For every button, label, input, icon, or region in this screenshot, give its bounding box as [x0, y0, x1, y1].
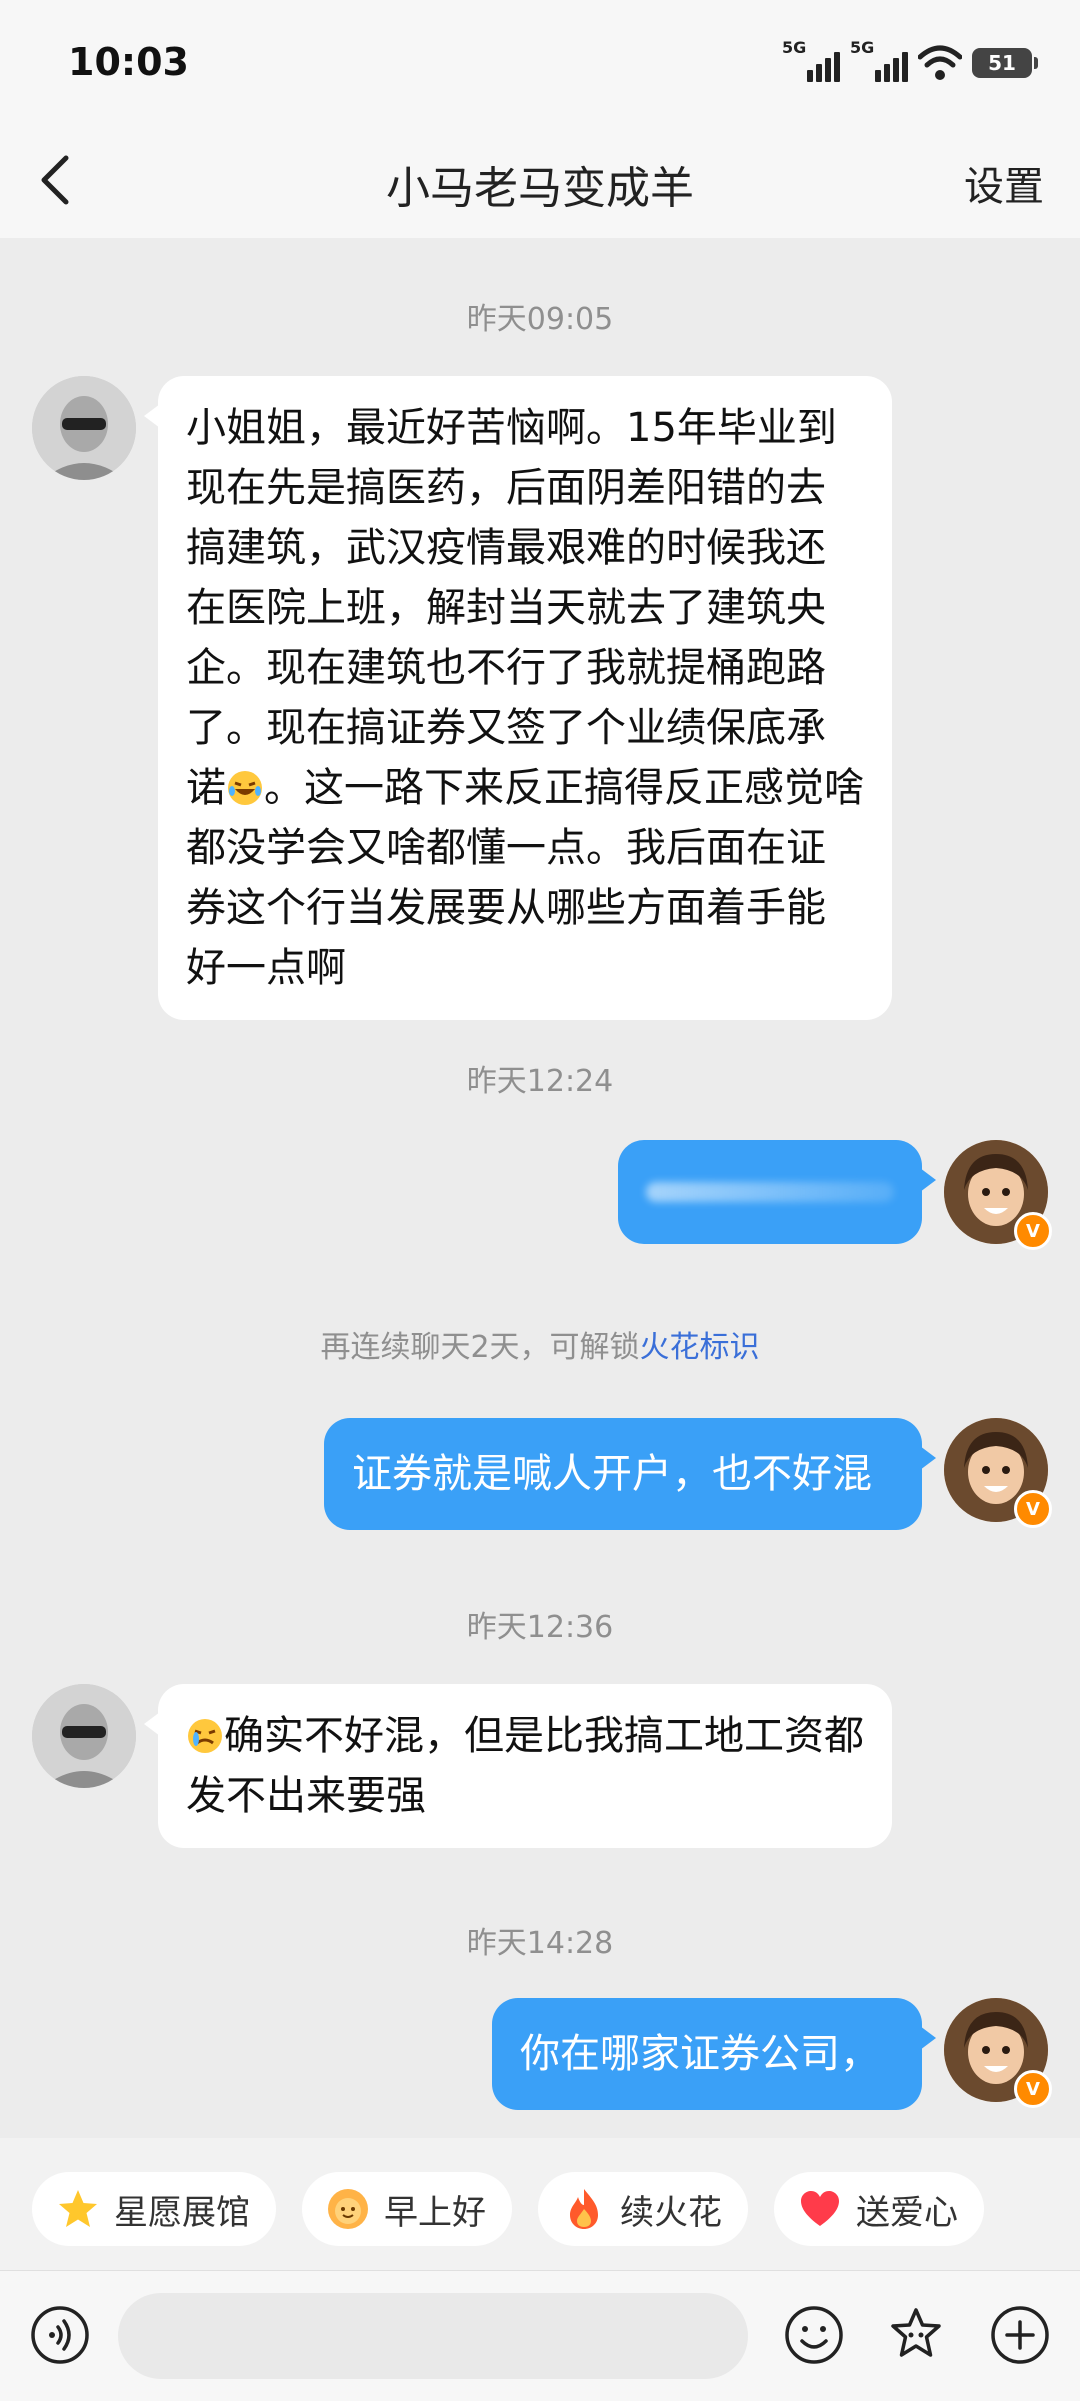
message-text: 确实不好混，但是比我搞工地工资都发不出来要强 — [186, 1713, 864, 1819]
timestamp: 昨天09:05 — [466, 302, 614, 337]
message-bubble-incoming[interactable]: 小姐姐，最近好苦恼啊。15年毕业到现在先是搞医药，后面阴差阳错的去搞建筑，武汉疫… — [144, 376, 892, 1020]
message-bubble-outgoing[interactable]: 证券就是喊人开户，也不好混 — [324, 1418, 936, 1530]
status-icons: 5G 5G 51 — [782, 38, 1038, 84]
quick-action-chips: 星愿展馆 早上好 续火花 送爱心 — [32, 2172, 984, 2246]
message-bubble-outgoing[interactable] — [618, 1140, 936, 1244]
chip-label: 送爱心 — [856, 2192, 958, 2233]
verified-badge-icon: V — [1014, 1490, 1052, 1528]
star-icon — [59, 2190, 97, 2227]
chat-area[interactable]: 昨天09:05 小姐姐，最近好苦恼啊。15年毕业到现在先是搞医药，后面阴差阳错的… — [0, 238, 1080, 2138]
verified-badge-icon: V — [1014, 2070, 1052, 2108]
fire-icon — [570, 2189, 598, 2229]
signal-icon: 5G — [850, 38, 908, 84]
sun-face-icon — [328, 2189, 368, 2229]
voice-input-icon[interactable] — [30, 2305, 90, 2365]
message-text: 证券就是喊人开户，也不好混 — [352, 1451, 872, 1497]
spark-unlock-hint: 再连续聊天2天，可解锁火花标识 — [0, 1322, 1080, 1366]
sticker-icon[interactable] — [886, 2305, 946, 2365]
chip-label: 星愿展馆 — [114, 2192, 250, 2233]
timestamp: 昨天14:28 — [466, 1926, 614, 1961]
network-type-label: 5G — [850, 38, 875, 57]
chip-label: 续火花 — [620, 2192, 722, 2233]
message-bubble-incoming[interactable]: 确实不好混，但是比我搞工地工资都发不出来要强 — [144, 1684, 892, 1848]
chat-title: 小马老马变成羊 — [386, 163, 694, 214]
network-type-label: 5G — [782, 38, 807, 57]
contact-avatar[interactable] — [32, 1684, 136, 1788]
message-input[interactable] — [118, 2293, 748, 2379]
message-text: 小姐姐，最近好苦恼啊。15年毕业到现在先是搞医药，后面阴差阳错的去搞建筑，武汉疫… — [186, 405, 837, 811]
chip-good-morning[interactable]: 早上好 — [302, 2172, 512, 2246]
chip-label: 早上好 — [384, 2192, 486, 2233]
verified-badge-icon: V — [1014, 1212, 1052, 1250]
heart-icon — [801, 2191, 839, 2226]
crying-emoji-icon — [188, 1719, 222, 1753]
wifi-icon — [918, 45, 962, 80]
chip-send-heart[interactable]: 送爱心 — [774, 2172, 984, 2246]
contact-avatar[interactable] — [32, 376, 136, 480]
message-bubble-outgoing[interactable]: 你在哪家证券公司， — [492, 1998, 936, 2110]
plus-icon[interactable] — [990, 2305, 1050, 2365]
hint-text: 再连续聊天2天，可解锁 — [320, 1330, 640, 1365]
settings-button[interactable]: 设置 — [964, 154, 1044, 212]
emoji-icon[interactable] — [784, 2305, 844, 2365]
input-bar — [0, 2270, 1080, 2401]
chip-star-gallery[interactable]: 星愿展馆 — [32, 2172, 276, 2246]
status-time: 10:03 — [68, 40, 189, 84]
timestamp: 昨天12:24 — [466, 1064, 614, 1099]
message-text: 你在哪家证券公司， — [520, 2031, 880, 2077]
laugh-tears-emoji-icon — [228, 771, 262, 805]
spark-badge-link[interactable]: 火花标识 — [640, 1330, 760, 1365]
redacted-message-content — [646, 1182, 894, 1202]
signal-icon: 5G — [782, 38, 840, 84]
top-bar: 10:03 5G 5G 51 小马老马变成羊 设置 — [0, 0, 1080, 238]
battery-icon: 51 — [972, 48, 1038, 78]
message-text: 。这一路下来反正搞得反正感觉啥都没学会又啥都懂一点。我后面在证券这个行当发展要从… — [186, 765, 864, 991]
chip-continue-spark[interactable]: 续火花 — [538, 2172, 748, 2246]
timestamp: 昨天12:36 — [466, 1610, 614, 1645]
